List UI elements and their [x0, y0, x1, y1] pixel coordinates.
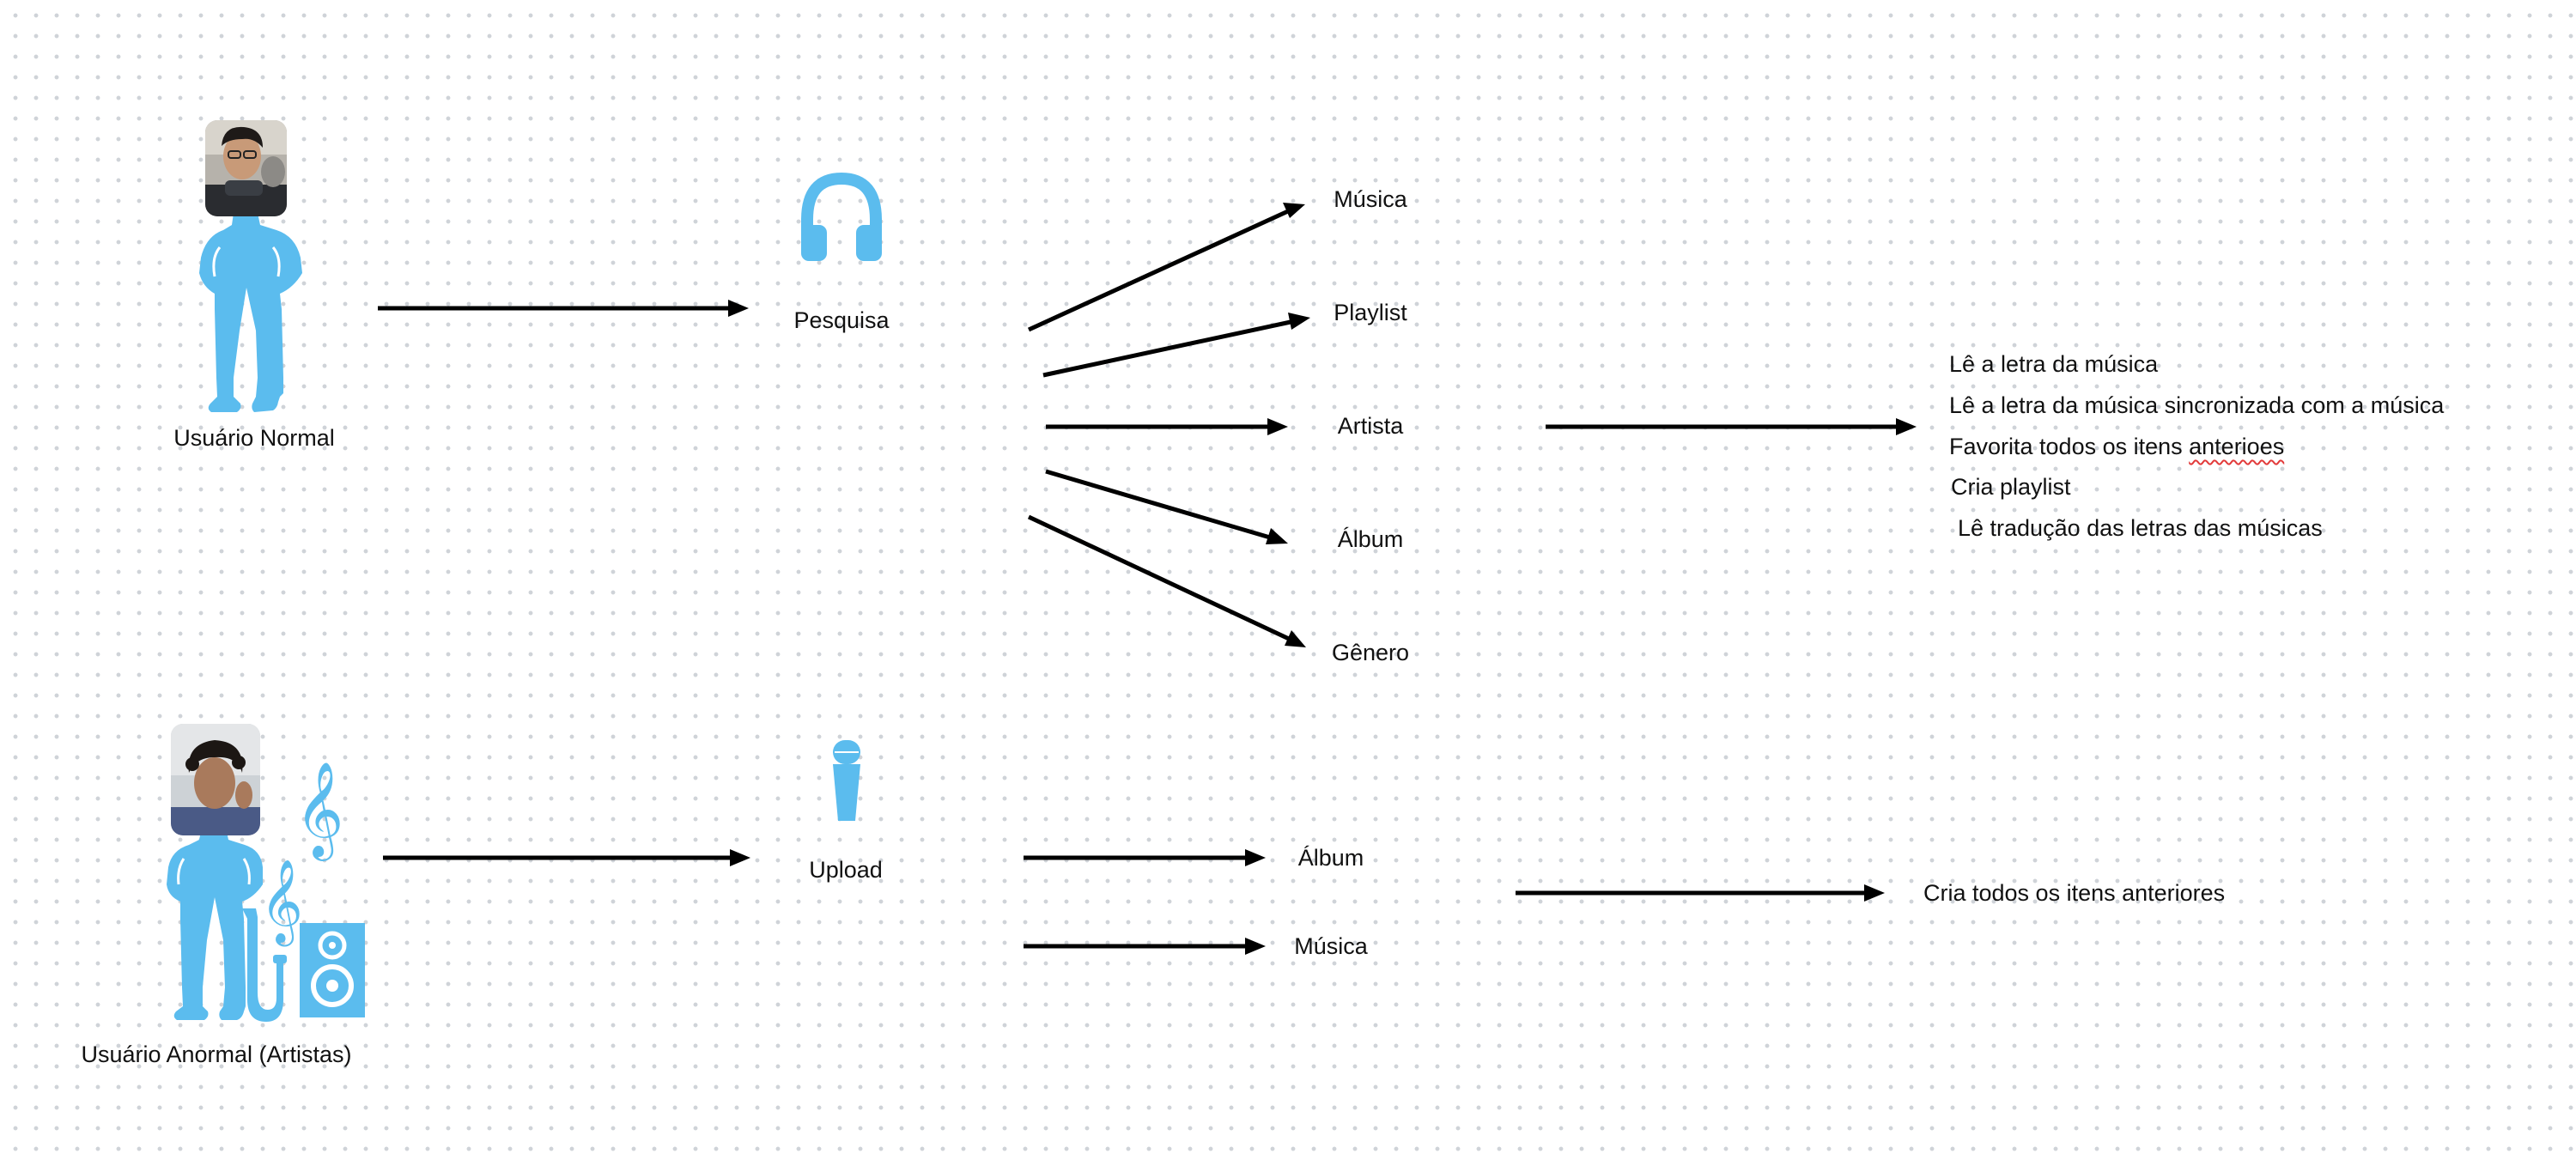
normal-user-photo: [205, 120, 287, 216]
search-label[interactable]: Pesquisa: [793, 307, 889, 334]
upload-target-album[interactable]: Álbum: [1298, 844, 1364, 871]
arrow-search-to-musica: [1027, 203, 1305, 332]
search-target-genero[interactable]: Gênero: [1332, 639, 1409, 666]
normal-user-label[interactable]: Usuário Normal: [173, 424, 335, 452]
action-favorite-all[interactable]: Favorita todos os itens anterioes: [1949, 433, 2284, 460]
action-create-playlist[interactable]: Cria playlist: [1951, 473, 2071, 501]
arrow-search-to-playlist: [1042, 313, 1310, 378]
arrow-upload-to-musica: [1024, 938, 1266, 955]
microphone-icon[interactable]: [833, 740, 860, 821]
arrow-uploads-to-action: [1516, 884, 1885, 902]
normal-user-figure-icon[interactable]: [199, 213, 302, 412]
artist-user-label[interactable]: Usuário Anormal (Artistas): [81, 1041, 351, 1068]
artist-user-photo: [171, 724, 260, 835]
headphones-icon[interactable]: [801, 172, 882, 261]
arrow-search-to-artista: [1046, 418, 1288, 435]
artist-action-create-all[interactable]: Cria todos os itens anteriores: [1923, 879, 2225, 907]
action-favorite-all-text: Favorita todos os itens: [1949, 434, 2190, 459]
action-read-synced-lyrics[interactable]: Lê a letra da música sincronizada com a …: [1949, 392, 2444, 419]
arrow-upload-to-album: [1024, 849, 1266, 866]
upload-target-musica[interactable]: Música: [1294, 932, 1368, 960]
search-target-album[interactable]: Álbum: [1338, 525, 1404, 553]
svg-text:𝄞: 𝄞: [295, 761, 344, 861]
arrow-artista-to-actions: [1546, 418, 1917, 435]
treble-clef-icon: 𝄞: [260, 859, 303, 946]
treble-clef-icon: 𝄞: [295, 761, 344, 861]
search-target-musica[interactable]: Música: [1334, 185, 1407, 213]
arrow-normal-to-search: [378, 300, 749, 317]
action-read-translation[interactable]: Lê tradução das letras das músicas: [1958, 514, 2323, 542]
svg-text:𝄞: 𝄞: [260, 859, 303, 946]
misspelled-word: anterioes: [2189, 434, 2285, 459]
diagram-canvas: 𝄞 𝄞: [167, 120, 1917, 1022]
arrow-search-to-album: [1045, 469, 1288, 544]
search-target-playlist[interactable]: Playlist: [1334, 299, 1407, 326]
action-read-lyrics[interactable]: Lê a letra da música: [1949, 350, 2158, 378]
arrow-artist-to-upload: [383, 849, 750, 866]
upload-label[interactable]: Upload: [809, 856, 883, 884]
search-target-artista[interactable]: Artista: [1338, 412, 1404, 440]
speaker-icon: [300, 923, 365, 1017]
